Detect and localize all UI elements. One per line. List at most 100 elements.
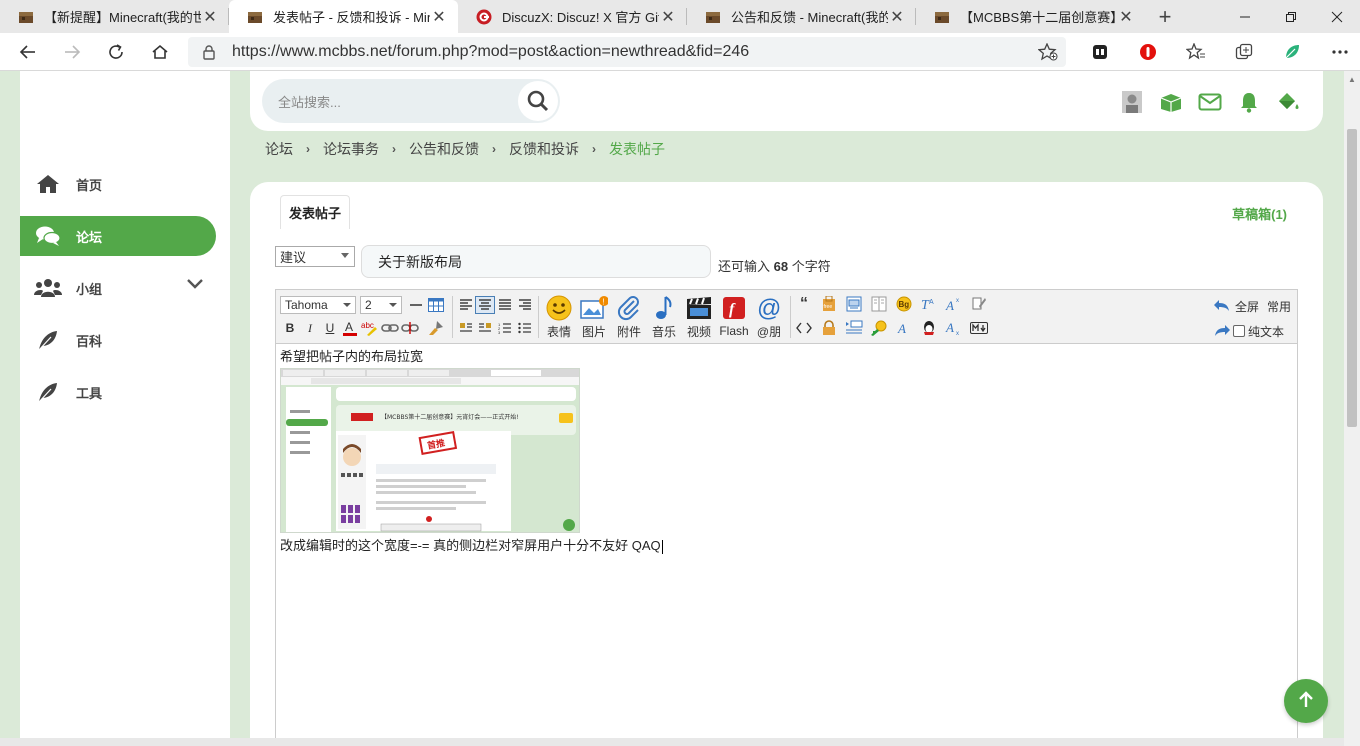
- font-color-icon[interactable]: A: [340, 319, 360, 337]
- float-left-icon[interactable]: [456, 319, 476, 337]
- superscript-icon[interactable]: Ax: [944, 295, 964, 313]
- qq-icon[interactable]: [919, 319, 939, 337]
- browser-tab-4[interactable]: 公告和反馈 - Minecraft(我的世 ✕: [687, 0, 916, 33]
- forward-icon[interactable]: [50, 33, 94, 71]
- collections-icon[interactable]: [1220, 33, 1268, 71]
- chevron-down-icon[interactable]: [186, 278, 204, 293]
- paint-bucket-icon[interactable]: [1268, 89, 1307, 115]
- quote-icon[interactable]: “: [794, 295, 814, 313]
- extension-icon[interactable]: [1076, 33, 1124, 71]
- font-style-icon[interactable]: TA: [919, 295, 939, 313]
- box-icon[interactable]: [1151, 89, 1190, 115]
- background-icon[interactable]: Bg: [894, 295, 914, 313]
- sidebar-item-groups[interactable]: 小组: [20, 268, 216, 308]
- browser-tab-1[interactable]: 【新提醒】Minecraft(我的世界 ✕: [0, 0, 229, 33]
- tab-close-icon[interactable]: ✕: [659, 7, 677, 27]
- drafts-link[interactable]: 草稿箱(1): [1232, 204, 1287, 223]
- tab-close-icon[interactable]: ✕: [430, 7, 448, 27]
- breadcrumb-item[interactable]: 反馈和投诉: [509, 139, 579, 159]
- adblock-icon[interactable]: [1124, 33, 1172, 71]
- password-icon[interactable]: [969, 295, 989, 313]
- music-button[interactable]: 音乐: [647, 294, 681, 340]
- free-tag-icon[interactable]: free: [819, 295, 839, 313]
- reward-icon[interactable]: [869, 319, 889, 337]
- link-icon[interactable]: [380, 319, 400, 337]
- mail-icon[interactable]: [1190, 89, 1229, 115]
- font-italic-style-icon[interactable]: A: [894, 319, 914, 337]
- ordered-list-icon[interactable]: 123: [495, 319, 515, 337]
- clear-format-icon[interactable]: [426, 319, 446, 337]
- editor-content[interactable]: 希望把帖子内的布局拉宽 【MCBBS第十二届创意赛】元宵灯会——正式开始! 首推…: [280, 348, 1290, 555]
- unordered-list-icon[interactable]: [515, 319, 535, 337]
- column-layout-icon[interactable]: [869, 295, 889, 313]
- code-icon[interactable]: [794, 319, 814, 337]
- emoji-button[interactable]: 表情: [542, 294, 576, 340]
- bell-icon[interactable]: [1229, 89, 1268, 115]
- scrollbar-thumb[interactable]: [1347, 129, 1357, 427]
- lock-content-icon[interactable]: [819, 319, 839, 337]
- attachment-button[interactable]: 附件: [612, 294, 646, 340]
- page-scrollbar[interactable]: ▲: [1344, 71, 1360, 746]
- favorites-icon[interactable]: [1172, 33, 1220, 71]
- undo-arrow-icon[interactable]: [1213, 298, 1231, 315]
- breadcrumb-item[interactable]: 论坛事务: [323, 139, 379, 159]
- browser-tab-2[interactable]: 发表帖子 - 反馈和投诉 - Minec ✕: [229, 0, 458, 33]
- align-justify-icon[interactable]: [495, 296, 515, 314]
- search-input[interactable]: 全站搜索...: [262, 79, 560, 123]
- close-window-icon[interactable]: [1314, 0, 1360, 33]
- video-button[interactable]: 视频: [682, 294, 716, 340]
- align-left-icon[interactable]: [456, 296, 476, 314]
- tab-new-thread[interactable]: 发表帖子: [280, 195, 350, 229]
- plaintext-checkbox[interactable]: [1232, 325, 1245, 337]
- align-center-icon[interactable]: [475, 296, 495, 314]
- hidden-content-icon[interactable]: [844, 295, 864, 313]
- indent-icon[interactable]: [844, 319, 864, 337]
- back-icon[interactable]: [6, 33, 50, 71]
- subject-input[interactable]: 关于新版布局: [361, 245, 711, 278]
- tab-close-icon[interactable]: ✕: [201, 7, 219, 27]
- breadcrumb-item[interactable]: 论坛: [265, 139, 293, 159]
- align-right-icon[interactable]: [515, 296, 535, 314]
- tab-close-icon[interactable]: ✕: [1117, 7, 1135, 27]
- avatar[interactable]: [1112, 89, 1151, 115]
- subscript-icon[interactable]: Ax: [944, 319, 964, 337]
- float-right-icon[interactable]: [475, 319, 495, 337]
- minimize-icon[interactable]: [1222, 0, 1268, 33]
- font-family-select[interactable]: Tahoma: [280, 296, 356, 314]
- browser-tab-5[interactable]: 【MCBBS第十二届创意赛】元 ✕: [916, 0, 1145, 33]
- leaf-extension-icon[interactable]: [1268, 33, 1316, 71]
- more-menu-icon[interactable]: [1316, 33, 1360, 71]
- sidebar-item-home[interactable]: 首页: [20, 164, 216, 204]
- home-icon[interactable]: [138, 33, 182, 71]
- sidebar-item-forum[interactable]: 论坛: [20, 216, 216, 256]
- lock-icon[interactable]: [202, 44, 232, 60]
- url-field[interactable]: https://www.mcbbs.net/forum.php?mod=post…: [188, 37, 1066, 67]
- bold-icon[interactable]: B: [280, 319, 300, 337]
- horizontal-rule-icon[interactable]: [406, 296, 426, 314]
- breadcrumb-item[interactable]: 公告和反馈: [409, 139, 479, 159]
- embedded-screenshot[interactable]: 【MCBBS第十二届创意赛】元宵灯会——正式开始! 首推: [280, 368, 580, 533]
- refresh-icon[interactable]: [94, 33, 138, 71]
- add-favorite-icon[interactable]: [1030, 43, 1066, 61]
- search-icon[interactable]: [518, 81, 558, 121]
- browser-tab-3[interactable]: DiscuzX: Discuz! X 官方 Git， ✕: [458, 0, 687, 33]
- restore-icon[interactable]: [1268, 0, 1314, 33]
- common-button[interactable]: 常用: [1267, 298, 1291, 315]
- unlink-icon[interactable]: [400, 319, 420, 337]
- scroll-up-icon[interactable]: ▲: [1348, 75, 1356, 84]
- back-to-top-button[interactable]: [1284, 679, 1328, 723]
- italic-icon[interactable]: I: [300, 319, 320, 337]
- mention-button[interactable]: @ @朋: [752, 294, 786, 340]
- underline-icon[interactable]: U: [320, 319, 340, 337]
- redo-arrow-icon[interactable]: [1213, 323, 1231, 340]
- thread-type-select[interactable]: 建议: [275, 246, 355, 267]
- table-icon[interactable]: [426, 296, 446, 314]
- image-button[interactable]: ! 图片: [577, 294, 611, 340]
- fullscreen-button[interactable]: 全屏: [1235, 298, 1259, 315]
- font-size-select[interactable]: 2: [360, 296, 402, 314]
- sidebar-item-tools[interactable]: 工具: [20, 372, 216, 412]
- tab-close-icon[interactable]: ✕: [888, 7, 906, 27]
- markdown-icon[interactable]: [969, 319, 989, 337]
- sidebar-item-wiki[interactable]: 百科: [20, 320, 216, 360]
- new-tab-button[interactable]: +: [1145, 0, 1185, 33]
